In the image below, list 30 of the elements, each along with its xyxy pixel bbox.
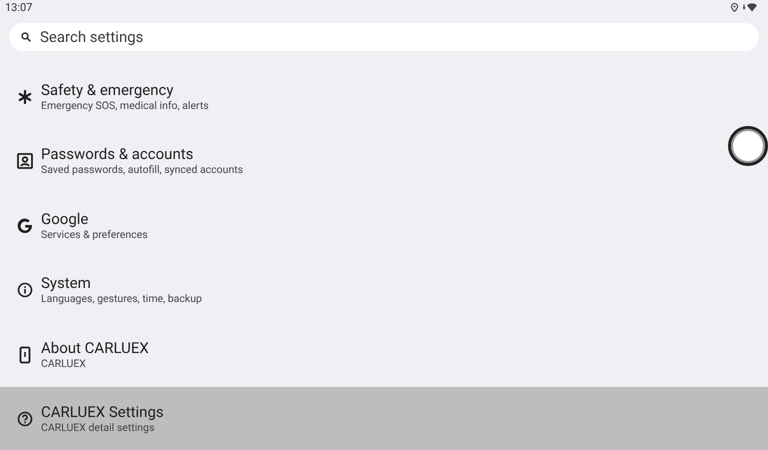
item-title: Google xyxy=(41,210,88,228)
location-icon xyxy=(731,3,738,12)
item-title: Passwords & accounts xyxy=(41,145,194,164)
help-icon xyxy=(18,412,32,427)
info-icon xyxy=(18,282,32,298)
item-summary: Saved passwords, autofill, synced accounts xyxy=(41,163,244,178)
account-box-icon xyxy=(17,153,33,170)
item-summary: Emergency SOS, medical info, alerts xyxy=(41,98,209,113)
item-title: CARLUEX Settings xyxy=(41,403,164,422)
settings-item[interactable]: About CARLUEX CARLUEX xyxy=(0,322,720,387)
settings-item[interactable]: Safety & emergency Emergency SOS, medical info, alerts xyxy=(0,64,720,129)
item-summary: CARLUEX detail settings xyxy=(41,421,154,436)
item-summary: Services & preferences xyxy=(41,228,148,242)
item-title: About CARLUEX xyxy=(41,338,149,357)
search-icon xyxy=(21,32,31,42)
item-summary: Languages, gestures, time, backup xyxy=(41,292,202,306)
settings-item[interactable]: Google Services & preferences xyxy=(0,194,720,258)
wifi-icon xyxy=(743,3,758,12)
item-summary: CARLUEX xyxy=(41,356,86,371)
g-logo-icon xyxy=(18,218,32,233)
settings-item[interactable]: System Languages, gestures, time, backup xyxy=(0,258,720,322)
search-field[interactable]: Search settings xyxy=(9,23,759,51)
settings-item[interactable]: CARLUEX Settings CARLUEX detail settings xyxy=(0,387,768,450)
clock: 13:07 xyxy=(5,1,32,14)
item-title: System xyxy=(41,274,91,292)
phone-icon xyxy=(20,346,30,364)
floating-touch-button[interactable] xyxy=(728,126,768,166)
item-title: Safety & emergency xyxy=(41,80,174,99)
settings-item[interactable]: Passwords & accounts Saved passwords, autofill, synced accounts xyxy=(0,129,720,194)
asterisk-icon xyxy=(18,90,32,104)
